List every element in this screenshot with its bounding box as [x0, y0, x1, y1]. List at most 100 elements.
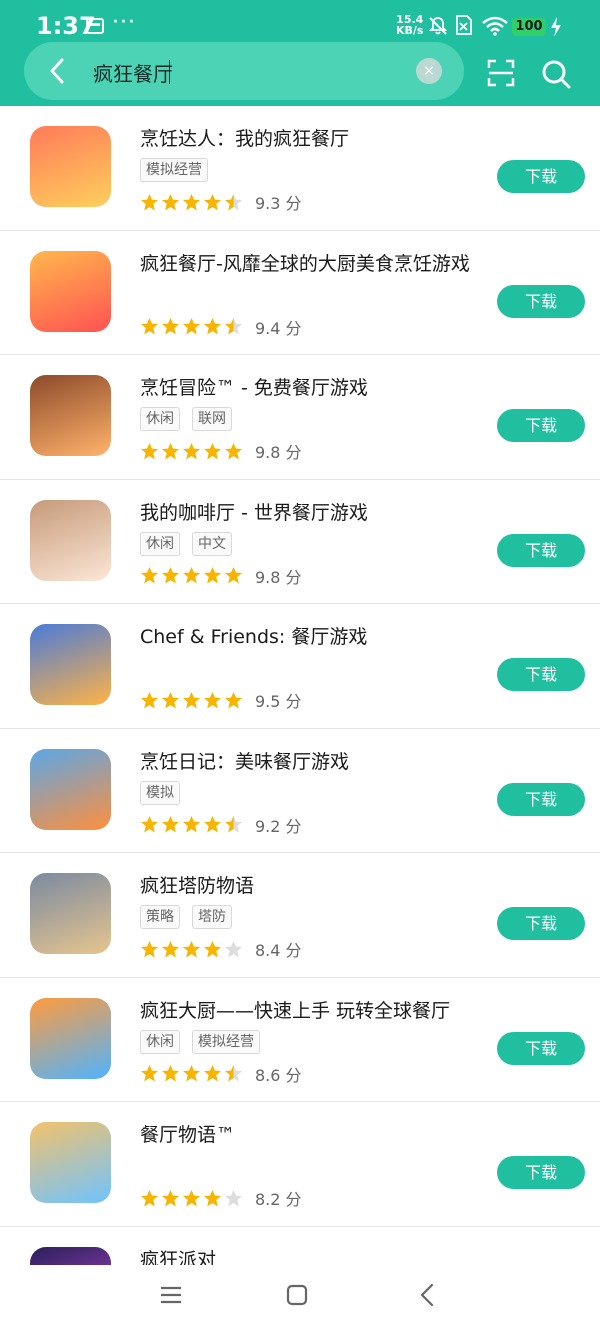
bell-off-icon	[428, 17, 448, 35]
star-icon	[182, 317, 201, 335]
star-rating	[140, 691, 243, 710]
battery-level: 100	[512, 18, 546, 36]
app-icon[interactable]	[30, 1122, 111, 1203]
scan-icon[interactable]	[486, 58, 516, 88]
star-icon	[224, 442, 243, 459]
app-title[interactable]: 疯狂大厨——快速上手 玩转全球餐厅	[140, 996, 450, 1023]
star-icon	[140, 566, 159, 584]
star-rating	[140, 815, 243, 834]
app-title[interactable]: 我的咖啡厅 - 世界餐厅游戏	[140, 498, 368, 525]
download-button[interactable]: 下载	[497, 1031, 585, 1065]
search-bar[interactable]	[24, 42, 464, 100]
download-button[interactable]: 下载	[497, 160, 585, 193]
star-icon	[161, 940, 180, 957]
back-arrow-icon[interactable]	[44, 56, 72, 86]
app-icon[interactable]	[30, 250, 111, 332]
star-icon	[203, 1064, 222, 1082]
app-tags: 模拟	[140, 780, 180, 805]
app-list-item[interactable]: 疯狂塔防物语 策略 塔防 8.4 分 下载	[0, 853, 600, 978]
app-rating: 8.2 分	[140, 1186, 302, 1210]
app-title[interactable]: 烹饪日记：美味餐厅游戏	[140, 747, 349, 774]
app-icon[interactable]	[30, 997, 111, 1079]
search-icon[interactable]	[540, 58, 572, 90]
star-icon	[224, 317, 243, 335]
app-title[interactable]: 餐厅物语™	[140, 1120, 235, 1147]
download-button[interactable]: 下载	[497, 658, 585, 691]
app-title[interactable]: Chef & Friends: 餐厅游戏	[140, 622, 367, 649]
nav-back-icon[interactable]	[418, 1283, 436, 1307]
app-score: 9.3 分	[255, 194, 302, 213]
app-icon[interactable]	[30, 748, 111, 830]
app-score: 9.2 分	[255, 816, 302, 836]
star-rating	[140, 566, 243, 585]
star-icon	[203, 317, 222, 335]
charging-icon	[551, 17, 561, 37]
star-icon	[203, 815, 222, 833]
app-tag: 模拟经营	[140, 158, 208, 182]
app-icon[interactable]	[30, 499, 111, 581]
app-icon[interactable]	[30, 375, 111, 456]
download-button[interactable]: 下载	[497, 907, 585, 940]
star-icon	[224, 566, 243, 584]
app-rating: 9.4 分	[140, 315, 302, 339]
star-icon	[182, 193, 201, 210]
app-rating: 9.3 分	[140, 190, 302, 214]
star-icon	[203, 691, 222, 708]
app-title[interactable]: 烹饪达人：我的疯狂餐厅	[140, 124, 349, 151]
recent-apps-icon[interactable]	[160, 1285, 182, 1305]
download-button[interactable]: 下载	[497, 284, 585, 318]
app-icon[interactable]	[30, 624, 111, 705]
star-icon	[140, 193, 159, 210]
app-list-item[interactable]: Chef & Friends: 餐厅游戏 9.5 分 下载	[0, 604, 600, 729]
app-title[interactable]: 烹饪冒险™ - 免费餐厅游戏	[140, 373, 368, 400]
app-score: 9.8 分	[255, 443, 302, 462]
app-tag: 休闲	[140, 407, 180, 431]
app-title[interactable]: 疯狂塔防物语	[140, 871, 254, 898]
app-title[interactable]: 疯狂餐厅-风靡全球的大厨美食烹饪游戏	[140, 249, 470, 276]
app-icon[interactable]	[30, 126, 111, 207]
download-button[interactable]: 下载	[497, 782, 585, 816]
text-cursor	[169, 60, 170, 84]
star-icon	[161, 691, 180, 708]
more-notifications-icon: ···	[112, 10, 136, 35]
star-rating	[140, 940, 243, 959]
app-score: 8.4 分	[255, 941, 302, 960]
clear-search-button[interactable]: ×	[416, 58, 442, 84]
star-icon	[161, 317, 180, 335]
star-rating	[140, 193, 243, 212]
notification-app-icon	[86, 18, 104, 34]
app-score: 9.4 分	[255, 318, 302, 338]
star-rating	[140, 1064, 243, 1083]
app-tag: 联网	[192, 407, 232, 431]
star-icon	[161, 1064, 180, 1082]
app-icon[interactable]	[30, 873, 111, 954]
star-icon	[182, 1189, 201, 1206]
star-icon	[182, 566, 201, 584]
star-icon	[140, 1064, 159, 1082]
download-button[interactable]: 下载	[497, 533, 585, 567]
app-list-item[interactable]: 疯狂大厨——快速上手 玩转全球餐厅 休闲 模拟经营 8.6 分 下载	[0, 978, 600, 1102]
home-icon[interactable]	[286, 1284, 308, 1306]
star-icon	[140, 691, 159, 708]
star-icon	[182, 1064, 201, 1082]
star-icon	[224, 1064, 243, 1082]
star-icon	[203, 940, 222, 957]
app-list-item[interactable]: 疯狂餐厅-风靡全球的大厨美食烹饪游戏 9.4 分 下载	[0, 231, 600, 355]
app-list-item[interactable]: 我的咖啡厅 - 世界餐厅游戏 休闲 中文 9.8 分 下载	[0, 480, 600, 604]
app-list-item[interactable]: 烹饪冒险™ - 免费餐厅游戏 休闲 联网 9.8 分 下载	[0, 355, 600, 480]
app-list-item[interactable]: 餐厅物语™ 8.2 分 下载	[0, 1102, 600, 1227]
app-rating: 9.8 分	[140, 564, 302, 588]
app-list-item[interactable]: 烹饪日记：美味餐厅游戏 模拟 9.2 分 下载	[0, 729, 600, 853]
download-button[interactable]: 下载	[497, 409, 585, 442]
search-input[interactable]: 疯狂餐厅	[93, 58, 173, 87]
app-score: 9.5 分	[255, 692, 302, 711]
star-icon	[161, 193, 180, 210]
no-sim-icon	[456, 15, 472, 35]
app-header: 1:37 ··· 15.4 KB/s 100 疯狂餐厅 ×	[0, 0, 600, 106]
app-list-item[interactable]: 烹饪达人：我的疯狂餐厅 模拟经营 9.3 分 下载	[0, 106, 600, 231]
app-tags: 休闲 中文	[140, 531, 232, 556]
search-results-list: 烹饪达人：我的疯狂餐厅 模拟经营 9.3 分下载 疯狂餐厅-风靡全球的大厨美食烹饪游戏…	[0, 106, 600, 1333]
app-tag: 中文	[192, 531, 232, 556]
star-icon	[140, 1189, 159, 1206]
download-button[interactable]: 下载	[497, 1156, 585, 1189]
